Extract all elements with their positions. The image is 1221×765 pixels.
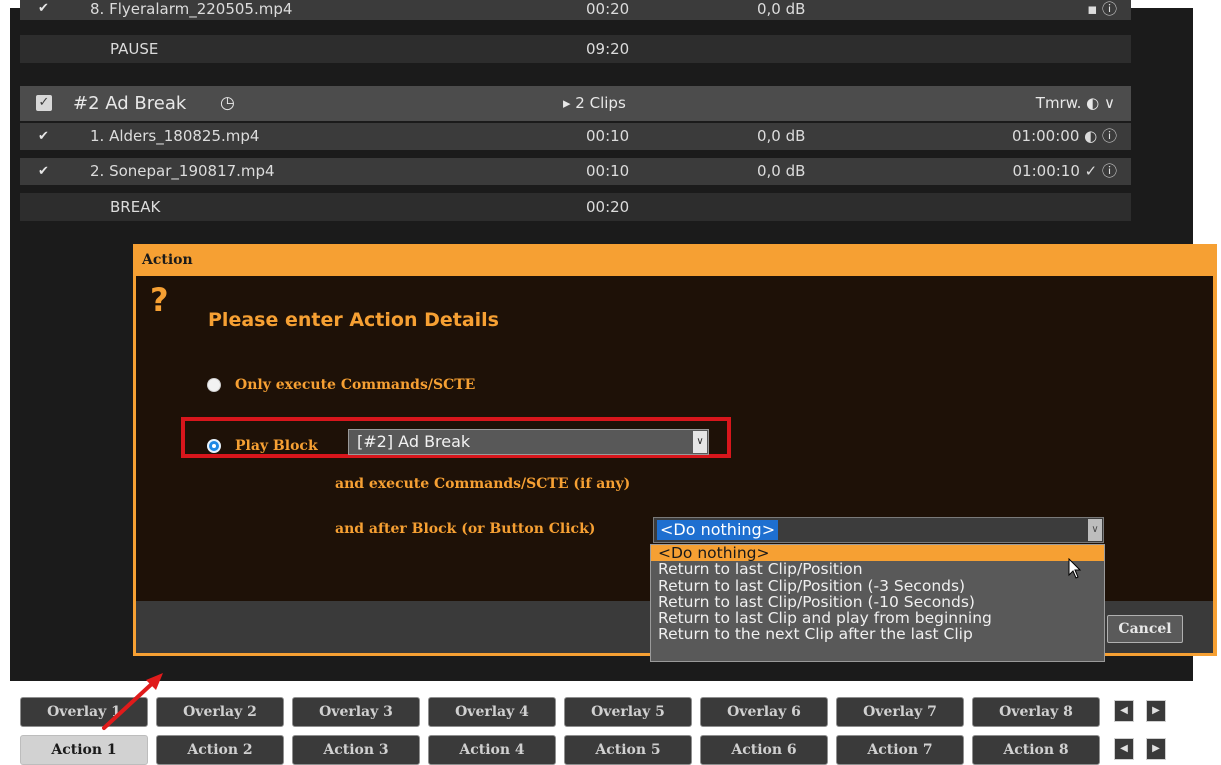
dropdown-option[interactable]: Return to last Clip and play from beginn… xyxy=(651,610,1104,626)
overlay-button-4[interactable]: Overlay 4 xyxy=(428,697,556,727)
overlay-button-3[interactable]: Overlay 3 xyxy=(292,697,420,727)
clip-duration: 00:10 xyxy=(586,127,630,145)
action-button-3[interactable]: Action 3 xyxy=(292,735,420,765)
block-header[interactable]: ✓ #2 Ad Break ◷ ▸ 2 Clips Tmrw. ◐ ∨ xyxy=(20,86,1131,121)
dropdown-option[interactable]: Return to last Clip/Position (-10 Second… xyxy=(651,594,1104,610)
clip-info-icon[interactable]: ▪ ⓘ xyxy=(1087,0,1117,20)
break-duration: 00:20 xyxy=(586,198,630,216)
radio-play-block[interactable] xyxy=(207,439,221,453)
clip-row[interactable]: ✔ 2. Sonepar_190817.mp4 00:10 0,0 dB 01:… xyxy=(20,158,1131,185)
dialog-title: Action xyxy=(142,252,193,268)
overlay-next-button[interactable]: ▶ xyxy=(1146,700,1166,722)
chevron-down-icon[interactable]: ∨ xyxy=(1088,519,1102,541)
action-button-5[interactable]: Action 5 xyxy=(564,735,692,765)
overlay-button-7[interactable]: Overlay 7 xyxy=(836,697,964,727)
overlay-prev-button[interactable]: ◀ xyxy=(1114,700,1134,722)
dropdown-option[interactable]: Return to last Clip/Position xyxy=(651,561,1104,577)
after-block-select[interactable]: <Do nothing> ∨ xyxy=(653,517,1104,543)
block-select-value: [#2] Ad Break xyxy=(357,432,471,451)
clip-name: 2. Sonepar_190817.mp4 xyxy=(90,162,275,180)
clip-row-top[interactable]: ✔ 8. Flyeralarm_220505.mp4 00:20 0,0 dB … xyxy=(20,0,1131,20)
action-button-1[interactable]: Action 1 xyxy=(20,735,148,765)
break-label: BREAK xyxy=(110,198,161,216)
pause-duration: 09:20 xyxy=(586,40,630,58)
block-title: #2 Ad Break xyxy=(73,93,187,114)
clock-icon[interactable]: ◷ xyxy=(220,86,235,121)
play-block-label[interactable]: Play Block xyxy=(235,438,318,454)
clip-name: 8. Flyeralarm_220505.mp4 xyxy=(90,0,293,18)
clip-start-time[interactable]: 01:00:00 ◐ ⓘ xyxy=(1012,123,1117,150)
break-row[interactable]: BREAK 00:20 xyxy=(20,193,1131,221)
dialog-heading: Please enter Action Details xyxy=(208,309,499,331)
radio-only-commands[interactable] xyxy=(207,378,221,392)
cancel-button[interactable]: Cancel xyxy=(1107,615,1183,643)
clip-check-icon[interactable]: ✔ xyxy=(38,158,49,185)
action-prev-button[interactable]: ◀ xyxy=(1114,738,1134,760)
clip-gain: 0,0 dB xyxy=(757,0,806,18)
execute-commands-text: and execute Commands/SCTE (if any) xyxy=(335,476,631,492)
dropdown-option[interactable]: Return to the next Clip after the last C… xyxy=(651,626,1104,642)
block-select[interactable]: [#2] Ad Break ∨ xyxy=(348,429,709,455)
clip-gain: 0,0 dB xyxy=(757,162,806,180)
pause-label: PAUSE xyxy=(110,40,159,58)
only-commands-label[interactable]: Only execute Commands/SCTE xyxy=(235,377,475,393)
clip-name: 1. Alders_180825.mp4 xyxy=(90,127,260,145)
overlay-button-5[interactable]: Overlay 5 xyxy=(564,697,692,727)
clip-check-icon[interactable]: ✔ xyxy=(38,0,49,20)
pause-row[interactable]: PAUSE 09:20 xyxy=(20,35,1131,63)
block-schedule-info[interactable]: Tmrw. ◐ ∨ xyxy=(1036,86,1115,121)
clip-duration: 00:10 xyxy=(586,162,630,180)
after-block-dropdown-list[interactable]: <Do nothing> Return to last Clip/Positio… xyxy=(650,544,1105,662)
overlay-button-1[interactable]: Overlay 1 xyxy=(20,697,148,727)
action-next-button[interactable]: ▶ xyxy=(1146,738,1166,760)
dropdown-option[interactable]: <Do nothing> xyxy=(651,545,1104,562)
after-select-value: <Do nothing> xyxy=(657,520,779,540)
overlay-button-6[interactable]: Overlay 6 xyxy=(700,697,828,727)
block-checkbox[interactable]: ✓ xyxy=(36,95,52,111)
overlay-button-2[interactable]: Overlay 2 xyxy=(156,697,284,727)
clip-start-time[interactable]: 01:00:10 ✓ ⓘ xyxy=(1013,158,1117,185)
dropdown-option[interactable]: Return to last Clip/Position (-3 Seconds… xyxy=(651,577,1104,594)
block-clip-count[interactable]: ▸ 2 Clips xyxy=(563,86,626,121)
action-button-2[interactable]: Action 2 xyxy=(156,735,284,765)
action-button-8[interactable]: Action 8 xyxy=(972,735,1100,765)
after-block-label: and after Block (or Button Click) xyxy=(335,521,596,537)
action-button-7[interactable]: Action 7 xyxy=(836,735,964,765)
chevron-down-icon[interactable]: ∨ xyxy=(693,431,707,453)
action-button-6[interactable]: Action 6 xyxy=(700,735,828,765)
mouse-cursor-icon xyxy=(1068,558,1082,579)
question-icon: ? xyxy=(150,281,169,319)
clip-duration: 00:20 xyxy=(586,0,630,18)
action-button-4[interactable]: Action 4 xyxy=(428,735,556,765)
clip-gain: 0,0 dB xyxy=(757,127,806,145)
overlay-button-8[interactable]: Overlay 8 xyxy=(972,697,1100,727)
clip-row[interactable]: ✔ 1. Alders_180825.mp4 00:10 0,0 dB 01:0… xyxy=(20,123,1131,150)
clip-check-icon[interactable]: ✔ xyxy=(38,123,49,150)
